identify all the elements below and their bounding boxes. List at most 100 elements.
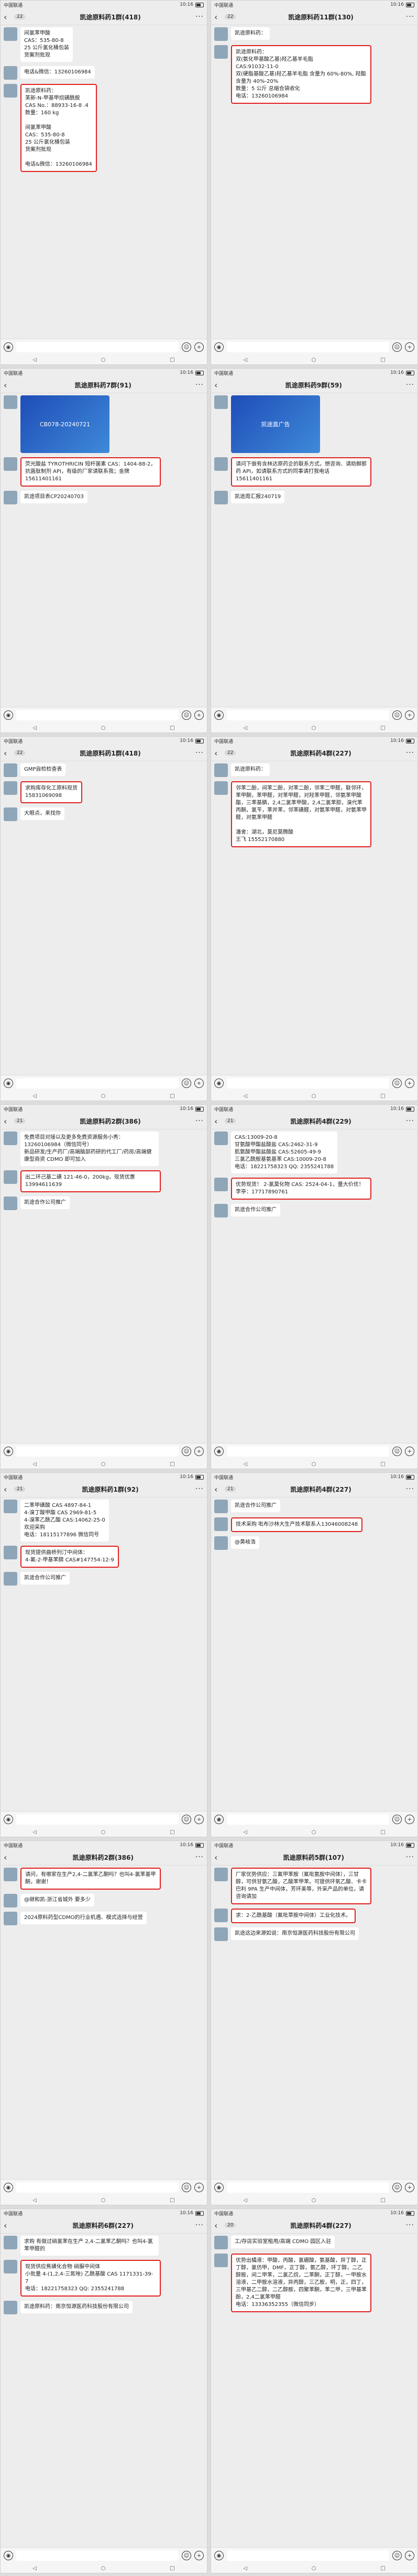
message-bubble[interactable]: 邻苯二酚，间苯二酚，对苯二酚，邻苯二甲醛，联邻环，苯甲酮，苯甲醛，对苯甲醛，对羟… bbox=[231, 781, 371, 847]
message-bubble[interactable]: 求：2-乙酰基酸（氟吡草胺中间体）工业化技术。 bbox=[231, 1909, 356, 1923]
message-bubble[interactable]: 二苯甲磺酸 CAS 4897-84-1 4-溴丁酸甲酯 CAS 2969-81-… bbox=[20, 1500, 109, 1542]
nav-back-icon[interactable]: ◁ bbox=[32, 725, 37, 731]
more-icon[interactable]: ··· bbox=[195, 1117, 204, 1125]
plus-icon[interactable]: + bbox=[194, 2183, 204, 2192]
voice-icon[interactable]: ◉ bbox=[214, 2551, 224, 2560]
message-bubble[interactable]: 凯途合作公司推广 bbox=[231, 1204, 280, 1216]
avatar[interactable] bbox=[4, 457, 17, 471]
message-bubble[interactable]: 凯途项目表CP20240703 bbox=[20, 491, 87, 503]
more-icon[interactable]: ··· bbox=[406, 2221, 414, 2229]
plus-icon[interactable]: + bbox=[405, 2183, 414, 2192]
message-bubble[interactable]: 优势出橘液：甲酸，丙酸，氯硼酸，氨基酸，异丁醇，正丁醇，氯仿甲，DMF，正丁醇，… bbox=[231, 2254, 371, 2312]
avatar[interactable] bbox=[214, 781, 228, 795]
nav-recent-icon[interactable]: □ bbox=[170, 2566, 174, 2571]
message-bubble[interactable]: 凯途原料药：南京恒源医药科技股份有限公司 bbox=[20, 2301, 133, 2313]
nav-back-icon[interactable]: ◁ bbox=[32, 1461, 37, 1467]
message-input[interactable] bbox=[227, 1814, 389, 1825]
plus-icon[interactable]: + bbox=[405, 2551, 414, 2560]
avatar[interactable] bbox=[4, 807, 17, 821]
more-icon[interactable]: ··· bbox=[195, 1853, 204, 1861]
voice-icon[interactable]: ◉ bbox=[4, 342, 13, 352]
emoji-icon[interactable]: ☺ bbox=[392, 2551, 402, 2560]
avatar[interactable] bbox=[214, 763, 228, 777]
back-icon[interactable]: ‹ bbox=[4, 1484, 11, 1494]
avatar[interactable] bbox=[214, 491, 228, 504]
message-bubble[interactable]: @黄岐浩 bbox=[231, 1536, 259, 1549]
nav-home-icon[interactable]: ○ bbox=[101, 2566, 106, 2571]
message-bubble[interactable]: 优势现货！ 2-氯莫化物 CAS: 2524-04-1，量大价优！李亭：1771… bbox=[231, 1178, 371, 1200]
avatar[interactable] bbox=[214, 2254, 228, 2267]
back-icon[interactable]: ‹ bbox=[214, 1852, 222, 1862]
voice-icon[interactable]: ◉ bbox=[4, 2551, 13, 2560]
image-message[interactable]: 凯途直广告 bbox=[231, 395, 320, 453]
avatar[interactable] bbox=[4, 2236, 17, 2249]
nav-recent-icon[interactable]: □ bbox=[170, 357, 174, 363]
message-bubble[interactable]: 凯途合作公司推广 bbox=[20, 1197, 70, 1209]
nav-recent-icon[interactable]: □ bbox=[380, 1461, 385, 1467]
more-icon[interactable]: ··· bbox=[195, 13, 204, 21]
nav-recent-icon[interactable]: □ bbox=[380, 1093, 385, 1099]
more-icon[interactable]: ··· bbox=[406, 13, 414, 21]
nav-recent-icon[interactable]: □ bbox=[170, 1829, 174, 1835]
voice-icon[interactable]: ◉ bbox=[4, 1447, 13, 1456]
avatar[interactable] bbox=[4, 66, 17, 80]
plus-icon[interactable]: + bbox=[194, 1079, 204, 1088]
message-input[interactable] bbox=[227, 342, 389, 352]
message-bubble[interactable]: 凯途原料药： bbox=[231, 27, 270, 40]
avatar[interactable] bbox=[4, 84, 17, 98]
message-input[interactable] bbox=[16, 710, 179, 720]
nav-recent-icon[interactable]: □ bbox=[170, 1461, 174, 1467]
more-icon[interactable]: ··· bbox=[406, 1853, 414, 1861]
message-bubble[interactable]: CAS:13009-20-8 甘氨酸甲酯盐酸盐 CAS:2462-31-9 肌氨… bbox=[231, 1131, 338, 1173]
message-bubble[interactable]: 工/存店实验室租用/高端 CDMO 园区入驻 bbox=[231, 2236, 335, 2248]
avatar[interactable] bbox=[4, 395, 17, 409]
nav-recent-icon[interactable]: □ bbox=[380, 2566, 385, 2571]
emoji-icon[interactable]: ☺ bbox=[182, 1079, 191, 1088]
avatar[interactable] bbox=[4, 2260, 17, 2273]
nav-back-icon[interactable]: ◁ bbox=[32, 357, 37, 363]
emoji-icon[interactable]: ☺ bbox=[182, 2551, 191, 2560]
nav-home-icon[interactable]: ○ bbox=[312, 725, 316, 731]
back-icon[interactable]: ‹ bbox=[214, 1484, 222, 1494]
nav-back-icon[interactable]: ◁ bbox=[32, 2566, 37, 2571]
back-icon[interactable]: ‹ bbox=[214, 1116, 222, 1126]
message-bubble[interactable]: 求购 有做过硝氯苯在生产 2,4-二氯苯乙酮吗？也叫4-氯苯甲醛的 bbox=[20, 2236, 159, 2256]
nav-back-icon[interactable]: ◁ bbox=[243, 2197, 247, 2203]
message-bubble[interactable]: 电话&微信：13260106984 bbox=[20, 66, 95, 79]
nav-recent-icon[interactable]: □ bbox=[170, 725, 174, 731]
back-icon[interactable]: ‹ bbox=[4, 748, 11, 758]
message-bubble[interactable]: 凯途原料药： 芙新-N-甲基甲烷磺酰胺 CAS No.：88933-16-8 .… bbox=[20, 84, 97, 172]
emoji-icon[interactable]: ☺ bbox=[182, 1815, 191, 1824]
more-icon[interactable]: ··· bbox=[195, 2221, 204, 2229]
message-bubble[interactable]: 技术采购 吡布沙林大生产技术联系人13046008248 bbox=[231, 1517, 363, 1532]
message-bubble[interactable]: 凯途合作公司推广 bbox=[20, 1572, 70, 1585]
message-bubble[interactable]: 求购库存化工原料现货 15831069098 bbox=[20, 781, 82, 803]
back-icon[interactable]: ‹ bbox=[4, 380, 11, 390]
message-bubble[interactable]: 间氯苯甲酸 CAS：535-80-8 25 公斤氯化桶包装 货案剂批现 bbox=[20, 27, 73, 62]
avatar[interactable] bbox=[4, 1170, 17, 1184]
nav-home-icon[interactable]: ○ bbox=[101, 1093, 106, 1099]
avatar[interactable] bbox=[214, 27, 228, 41]
avatar[interactable] bbox=[4, 491, 17, 504]
emoji-icon[interactable]: ☺ bbox=[182, 2183, 191, 2192]
more-icon[interactable]: ··· bbox=[406, 1117, 414, 1125]
nav-home-icon[interactable]: ○ bbox=[101, 357, 106, 363]
emoji-icon[interactable]: ☺ bbox=[182, 710, 191, 720]
nav-home-icon[interactable]: ○ bbox=[312, 1829, 316, 1835]
avatar[interactable] bbox=[4, 1894, 17, 1907]
nav-back-icon[interactable]: ◁ bbox=[243, 2566, 247, 2571]
voice-icon[interactable]: ◉ bbox=[214, 710, 224, 720]
message-input[interactable] bbox=[16, 1446, 179, 1457]
nav-recent-icon[interactable]: □ bbox=[380, 1829, 385, 1835]
avatar[interactable] bbox=[214, 1204, 228, 1217]
avatar[interactable] bbox=[214, 2236, 228, 2249]
more-icon[interactable]: ··· bbox=[406, 1485, 414, 1493]
avatar[interactable] bbox=[4, 1500, 17, 1513]
nav-home-icon[interactable]: ○ bbox=[101, 1829, 106, 1835]
message-input[interactable] bbox=[16, 2182, 179, 2193]
more-icon[interactable]: ··· bbox=[195, 749, 204, 757]
message-bubble[interactable]: 大眼点，来找你 bbox=[20, 807, 64, 820]
emoji-icon[interactable]: ☺ bbox=[182, 1447, 191, 1456]
message-bubble[interactable]: 出二环己基二磺 121-46-0，200kg，现货优惠13994611639 bbox=[20, 1170, 161, 1192]
nav-back-icon[interactable]: ◁ bbox=[243, 357, 247, 363]
